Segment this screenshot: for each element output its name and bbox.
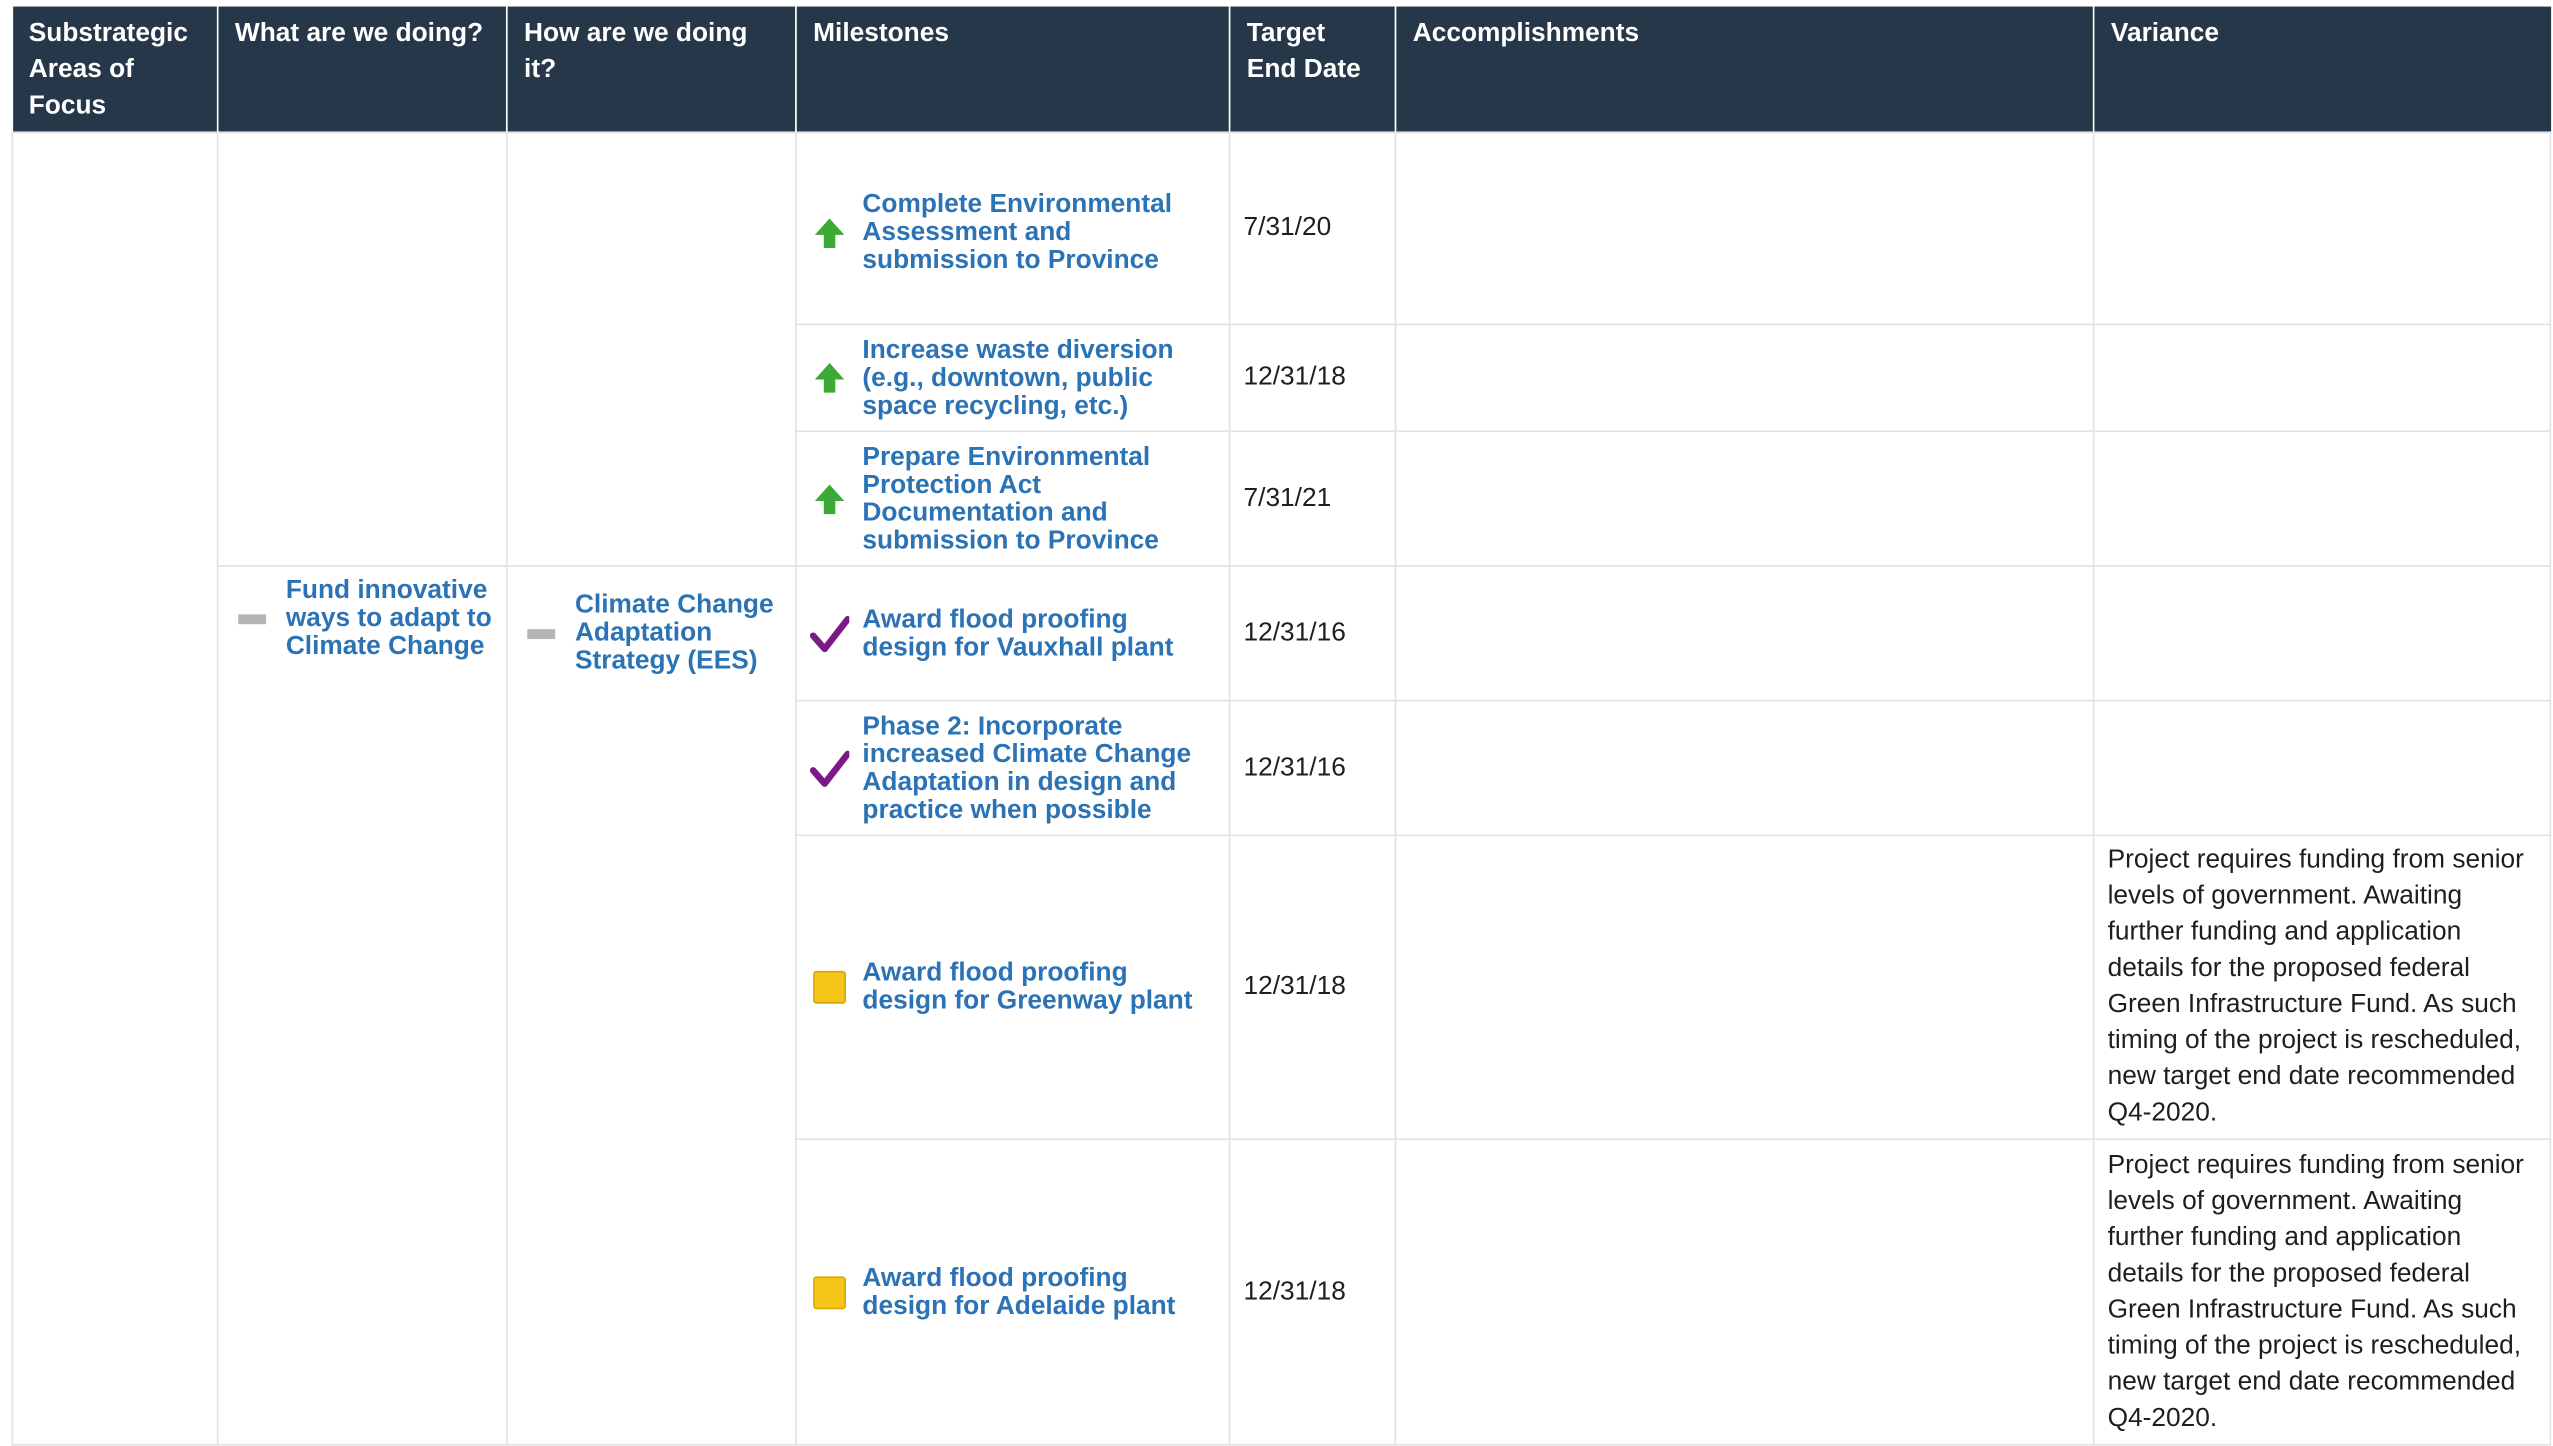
target-date: 12/31/18 [1243,972,1346,1001]
target-date: 12/31/16 [1243,753,1346,782]
variance-cell [2092,323,2552,433]
purple-checkmark-icon [809,614,850,653]
what-link[interactable]: Fund innovative ways to adapt to Climate… [286,577,493,661]
variance-cell [2092,699,2552,837]
milestone-link[interactable]: Prepare Environmental Protection Act Doc… [862,443,1215,555]
milestone-link[interactable]: Award flood proofing design for Greenway… [862,959,1215,1015]
header-substrategic-areas: Substrategic Areas of Focus [12,6,219,133]
variance-cell: Project requires funding from senior lev… [2092,1138,2552,1446]
how-cell-empty [505,131,797,567]
milestone-link[interactable]: Increase waste diversion (e.g., downtown… [862,336,1215,420]
milestone-cell: Phase 2: Incorporate increased Climate C… [795,699,1231,837]
gray-dash-icon [238,613,267,624]
table-header-row: Substrategic Areas of Focus What are we … [12,6,2551,133]
target-date-cell: 12/31/16 [1228,565,1397,702]
header-what-are-we-doing: What are we doing? [217,6,508,133]
milestone-link[interactable]: Award flood proofing design for Vauxhall… [862,605,1215,661]
how-cell: Climate Change Adaptation Strategy (EES) [505,565,797,1446]
header-accomplishments: Accomplishments [1395,6,2095,133]
variance-cell [2092,131,2552,326]
milestone-cell: Increase waste diversion (e.g., downtown… [795,323,1231,433]
variance-cell [2092,565,2552,702]
target-date: 12/31/18 [1243,1277,1346,1306]
green-up-arrow-icon [810,358,849,397]
target-date: 7/31/21 [1243,483,1332,512]
accomplishments-cell [1394,323,2095,433]
target-date-cell: 12/31/18 [1228,1138,1397,1446]
green-up-arrow-icon [810,213,849,252]
target-date-cell: 7/31/20 [1228,131,1397,326]
milestone-cell: Complete Environmental Assessment and su… [795,131,1231,326]
accomplishments-cell [1394,1138,2095,1446]
yellow-square-icon [810,1272,849,1311]
target-date-cell: 12/31/18 [1228,323,1397,433]
accomplishments-cell [1394,131,2095,326]
what-cell: Fund innovative ways to adapt to Climate… [216,565,508,1446]
purple-checkmark-icon [809,748,850,787]
header-milestones: Milestones [795,6,1231,133]
yellow-square-icon [810,968,849,1007]
green-up-arrow-icon [810,479,849,518]
target-date: 12/31/16 [1243,618,1346,647]
what-cell-empty [216,131,508,567]
substrategic-area-cell [11,131,219,1446]
milestones-table: Substrategic Areas of Focus What are we … [11,6,2552,1446]
header-how-are-we-doing-it: How are we doing it? [506,6,797,133]
how-link[interactable]: Climate Change Adaptation Strategy (EES) [575,591,782,675]
header-target-end-date: Target End Date [1229,6,1397,133]
milestone-link[interactable]: Phase 2: Incorporate increased Climate C… [862,712,1215,824]
target-date-cell: 12/31/16 [1228,699,1397,837]
target-date: 12/31/18 [1243,363,1346,391]
variance-cell [2092,430,2552,567]
accomplishments-cell [1394,699,2095,837]
gray-dash-icon [527,628,556,639]
milestone-link[interactable]: Award flood proofing design for Adelaide… [862,1264,1215,1320]
milestone-link[interactable]: Complete Environmental Assessment and su… [862,190,1215,274]
target-date: 7/31/20 [1243,213,1332,242]
accomplishments-cell [1394,834,2095,1141]
accomplishments-cell [1394,430,2095,567]
milestone-cell: Award flood proofing design for Vauxhall… [795,565,1231,702]
target-date-cell: 12/31/18 [1228,834,1397,1141]
milestone-cell: Award flood proofing design for Greenway… [795,834,1231,1141]
table-row: Complete Environmental Assessment and su… [11,131,2552,1446]
milestones-report: Substrategic Areas of Focus What are we … [0,0,2553,1446]
accomplishments-cell [1394,565,2095,702]
table-row: Fund innovative ways to adapt to Climate… [12,565,2552,1446]
variance-cell: Project requires funding from senior lev… [2092,834,2552,1141]
milestone-cell: Prepare Environmental Protection Act Doc… [795,430,1231,567]
header-variance: Variance [2093,6,2551,133]
milestone-cell: Award flood proofing design for Adelaide… [795,1138,1231,1446]
target-date-cell: 7/31/21 [1228,430,1397,567]
